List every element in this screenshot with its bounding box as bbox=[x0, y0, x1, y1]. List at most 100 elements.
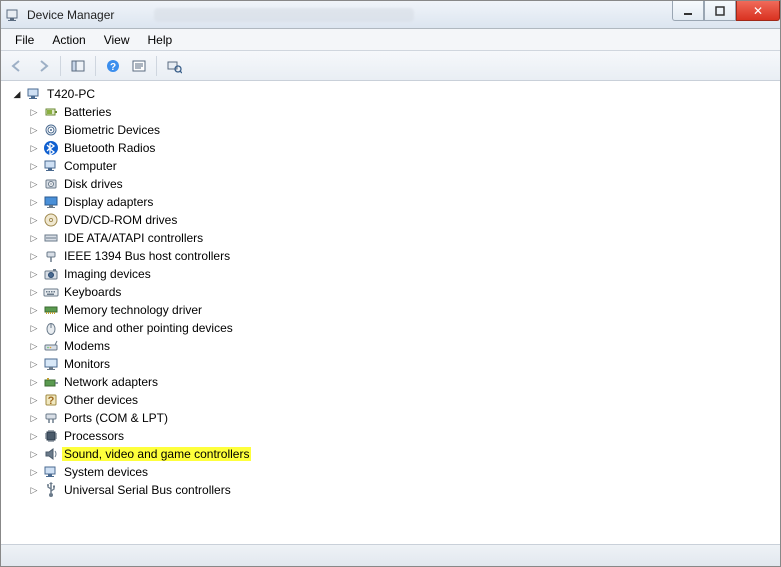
ieee1394-icon bbox=[43, 248, 59, 264]
expand-arrow-icon[interactable]: ◢ bbox=[11, 88, 23, 100]
tree-node[interactable]: ▷ Sound, video and game controllers bbox=[26, 445, 772, 463]
expand-arrow-icon[interactable]: ▷ bbox=[28, 412, 40, 424]
imaging-icon bbox=[43, 266, 59, 282]
network-icon bbox=[43, 374, 59, 390]
help-button[interactable]: ? bbox=[101, 54, 125, 78]
menu-action[interactable]: Action bbox=[44, 31, 93, 49]
memory-icon bbox=[43, 302, 59, 318]
forward-button[interactable] bbox=[31, 54, 55, 78]
minimize-button[interactable] bbox=[672, 1, 704, 21]
battery-icon bbox=[43, 104, 59, 120]
toolbar-separator bbox=[60, 56, 61, 76]
menu-help[interactable]: Help bbox=[140, 31, 181, 49]
expand-arrow-icon[interactable]: ▷ bbox=[28, 268, 40, 280]
expand-arrow-icon[interactable]: ▷ bbox=[28, 106, 40, 118]
back-button[interactable] bbox=[5, 54, 29, 78]
tree-node[interactable]: ▷ Display adapters bbox=[26, 193, 772, 211]
expand-arrow-icon[interactable]: ▷ bbox=[28, 196, 40, 208]
expand-arrow-icon[interactable]: ▷ bbox=[28, 232, 40, 244]
scan-hardware-button[interactable] bbox=[162, 54, 186, 78]
expand-arrow-icon[interactable]: ▷ bbox=[28, 484, 40, 496]
tree-node-label: Keyboards bbox=[62, 285, 123, 299]
computer-icon bbox=[26, 86, 42, 102]
tree-node[interactable]: ▷ Universal Serial Bus controllers bbox=[26, 481, 772, 499]
tree-node[interactable]: ▷ IDE ATA/ATAPI controllers bbox=[26, 229, 772, 247]
device-manager-icon bbox=[5, 7, 21, 23]
bluetooth-icon bbox=[43, 140, 59, 156]
tree-node[interactable]: ▷ System devices bbox=[26, 463, 772, 481]
tree-root-node[interactable]: ◢ T420-PC bbox=[9, 85, 772, 103]
expand-arrow-icon[interactable]: ▷ bbox=[28, 430, 40, 442]
tree-node-label: Computer bbox=[62, 159, 119, 173]
processor-icon bbox=[43, 428, 59, 444]
ide-icon bbox=[43, 230, 59, 246]
svg-text:?: ? bbox=[110, 62, 116, 73]
tree-node[interactable]: ▷ Computer bbox=[26, 157, 772, 175]
tree-node-label: Memory technology driver bbox=[62, 303, 204, 317]
expand-arrow-icon[interactable]: ▷ bbox=[28, 448, 40, 460]
tree-node[interactable]: ▷ Modems bbox=[26, 337, 772, 355]
tree-pane[interactable]: ◢ T420-PC ▷ Batteries ▷ Biometric Device… bbox=[1, 81, 780, 544]
tree-node[interactable]: ▷ Batteries bbox=[26, 103, 772, 121]
expand-arrow-icon[interactable]: ▷ bbox=[28, 142, 40, 154]
tree-node-label: Other devices bbox=[62, 393, 140, 407]
tree-node[interactable]: ▷ Biometric Devices bbox=[26, 121, 772, 139]
title-blur-region bbox=[154, 8, 414, 22]
statusbar bbox=[1, 544, 780, 566]
toolbar-separator bbox=[95, 56, 96, 76]
tree-node[interactable]: ▷ Mice and other pointing devices bbox=[26, 319, 772, 337]
menu-view[interactable]: View bbox=[96, 31, 138, 49]
expand-arrow-icon[interactable]: ▷ bbox=[28, 376, 40, 388]
tree-node-label: IEEE 1394 Bus host controllers bbox=[62, 249, 232, 263]
display-icon bbox=[43, 194, 59, 210]
tree-node-label: DVD/CD-ROM drives bbox=[62, 213, 179, 227]
tree-node-label: System devices bbox=[62, 465, 150, 479]
port-icon bbox=[43, 410, 59, 426]
mouse-icon bbox=[43, 320, 59, 336]
other-icon: ? bbox=[43, 392, 59, 408]
system-icon bbox=[43, 464, 59, 480]
expand-arrow-icon[interactable]: ▷ bbox=[28, 358, 40, 370]
expand-arrow-icon[interactable]: ▷ bbox=[28, 340, 40, 352]
show-hide-console-tree-button[interactable] bbox=[66, 54, 90, 78]
tree-node-label: Modems bbox=[62, 339, 112, 353]
expand-arrow-icon[interactable]: ▷ bbox=[28, 214, 40, 226]
disk-icon bbox=[43, 176, 59, 192]
computer-icon bbox=[43, 158, 59, 174]
tree-node[interactable]: ▷ Network adapters bbox=[26, 373, 772, 391]
tree-node[interactable]: ▷ IEEE 1394 Bus host controllers bbox=[26, 247, 772, 265]
expand-arrow-icon[interactable]: ▷ bbox=[28, 124, 40, 136]
tree-node-label: Monitors bbox=[62, 357, 112, 371]
tree-node[interactable]: ▷ Processors bbox=[26, 427, 772, 445]
expand-arrow-icon[interactable]: ▷ bbox=[28, 250, 40, 262]
expand-arrow-icon[interactable]: ▷ bbox=[28, 394, 40, 406]
tree-node[interactable]: ▷ Disk drives bbox=[26, 175, 772, 193]
tree-node-label: Display adapters bbox=[62, 195, 155, 209]
close-button[interactable]: ✕ bbox=[736, 1, 780, 21]
expand-arrow-icon[interactable]: ▷ bbox=[28, 286, 40, 298]
tree-node-label: Processors bbox=[62, 429, 126, 443]
expand-arrow-icon[interactable]: ▷ bbox=[28, 322, 40, 334]
tree-node-label: Bluetooth Radios bbox=[62, 141, 157, 155]
expand-arrow-icon[interactable]: ▷ bbox=[28, 304, 40, 316]
window-title: Device Manager bbox=[27, 8, 114, 22]
menu-file[interactable]: File bbox=[7, 31, 42, 49]
tree-node[interactable]: ▷ Bluetooth Radios bbox=[26, 139, 772, 157]
expand-arrow-icon[interactable]: ▷ bbox=[28, 466, 40, 478]
expand-arrow-icon[interactable]: ▷ bbox=[28, 178, 40, 190]
svg-text:?: ? bbox=[48, 395, 55, 407]
tree-node[interactable]: ▷ Ports (COM & LPT) bbox=[26, 409, 772, 427]
tree-node-label: Imaging devices bbox=[62, 267, 153, 281]
tree-node[interactable]: ▷ Memory technology driver bbox=[26, 301, 772, 319]
properties-button[interactable] bbox=[127, 54, 151, 78]
expand-arrow-icon[interactable]: ▷ bbox=[28, 160, 40, 172]
tree-node[interactable]: ▷ ? Other devices bbox=[26, 391, 772, 409]
maximize-button[interactable] bbox=[704, 1, 736, 21]
tree-node-label: T420-PC bbox=[45, 87, 97, 101]
tree-node[interactable]: ▷ DVD/CD-ROM drives bbox=[26, 211, 772, 229]
tree-node-label: Universal Serial Bus controllers bbox=[62, 483, 233, 497]
tree-node[interactable]: ▷ Keyboards bbox=[26, 283, 772, 301]
tree-node[interactable]: ▷ Monitors bbox=[26, 355, 772, 373]
tree-node[interactable]: ▷ Imaging devices bbox=[26, 265, 772, 283]
tree-node-label: Network adapters bbox=[62, 375, 160, 389]
